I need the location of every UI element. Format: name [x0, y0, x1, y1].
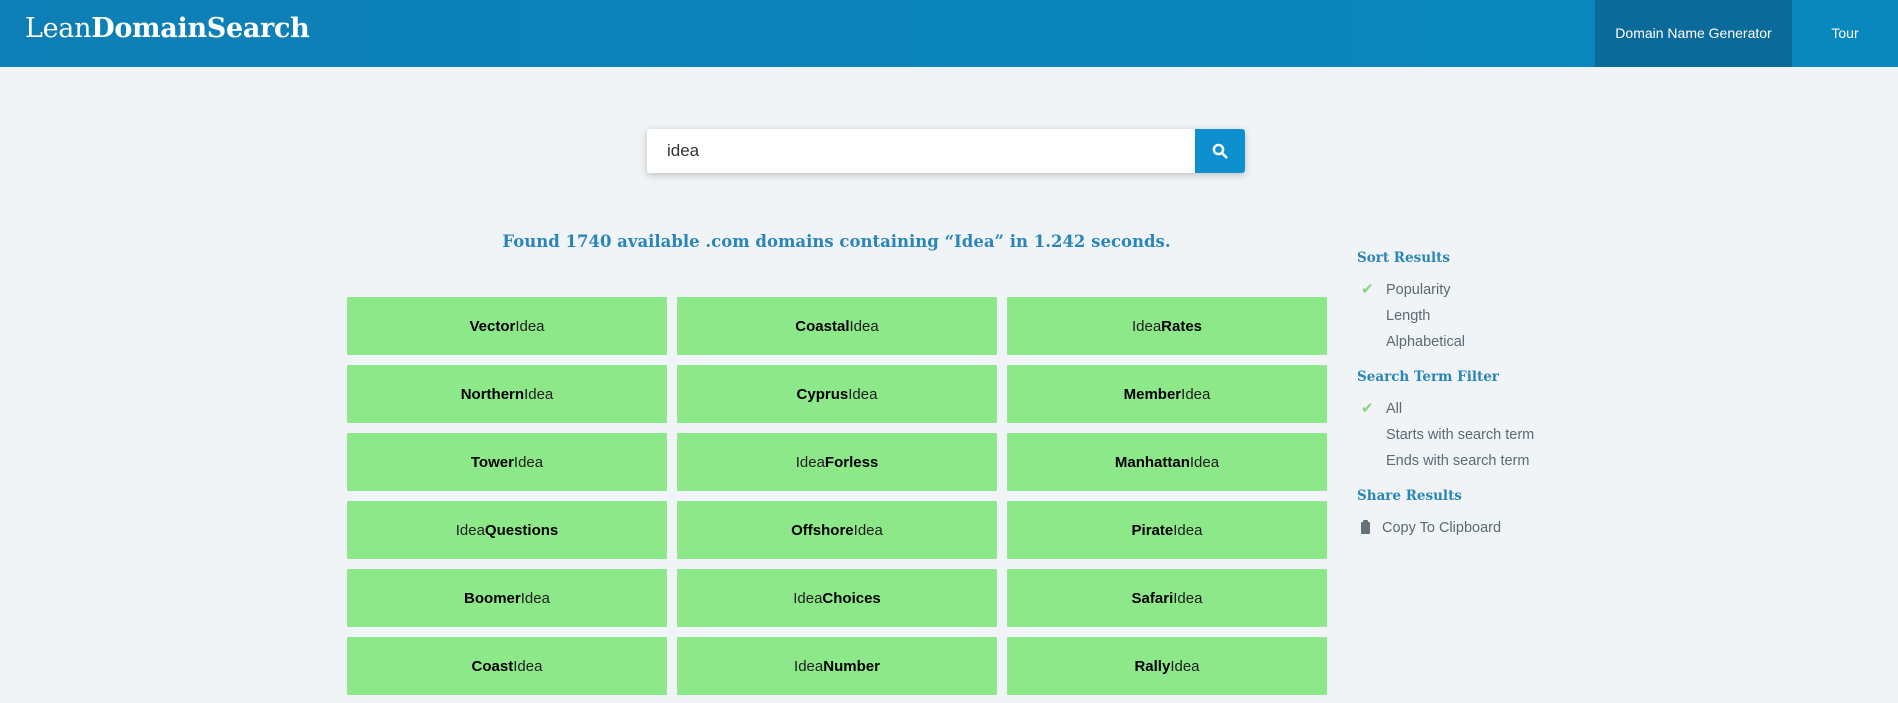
domain-base-term: Idea	[455, 521, 485, 539]
sort-results-heading: Sort Results	[1357, 250, 1450, 266]
domain-keyword: Coastal	[795, 317, 850, 335]
domain-base-term: Idea	[1173, 589, 1203, 607]
domain-base-term: Idea	[1170, 657, 1200, 675]
site-logo[interactable]: LeanDomainSearch	[25, 13, 310, 44]
domain-result-card[interactable]: Coast Idea	[347, 637, 667, 695]
sort-option[interactable]: Length	[1357, 303, 1657, 329]
domain-keyword: Questions	[484, 521, 559, 539]
domain-base-term: Idea	[520, 589, 550, 607]
copy-to-clipboard-label: Copy To Clipboard	[1382, 520, 1502, 536]
logo-light-text: Lean	[25, 13, 92, 44]
domain-result-card[interactable]: Tower Idea	[347, 433, 667, 491]
domain-keyword: Northern	[460, 385, 525, 403]
domain-keyword: Forless	[824, 453, 879, 471]
domain-result-card[interactable]: Vector Idea	[347, 297, 667, 355]
domain-base-term: Idea	[524, 385, 554, 403]
copy-to-clipboard-link[interactable]: Copy To Clipboard	[1357, 515, 1657, 541]
sort-options: ✔ Popularity Length Alphabetical	[1357, 277, 1657, 355]
domain-keyword: Offshore	[791, 521, 854, 539]
filter-option[interactable]: Starts with search term	[1357, 422, 1657, 448]
domain-keyword: Choices	[822, 589, 881, 607]
domain-result-card[interactable]: Idea Choices	[677, 569, 997, 627]
domain-result-card[interactable]: Cyprus Idea	[677, 365, 997, 423]
top-navbar: LeanDomainSearch Domain Name Generator T…	[0, 0, 1898, 67]
domain-keyword: Boomer	[464, 589, 521, 607]
filter-option[interactable]: Ends with search term	[1357, 448, 1657, 474]
filter-options: ✔ All Starts with search term Ends with sea…	[1357, 396, 1657, 474]
sort-option-label: Length	[1386, 308, 1431, 324]
domain-base-term: Idea	[1131, 317, 1162, 335]
checkmark-icon: ✔	[1361, 400, 1374, 417]
domain-keyword: Safari	[1131, 589, 1174, 607]
domain-result-card[interactable]: Idea Questions	[347, 501, 667, 559]
domain-result-card[interactable]: Boomer Idea	[347, 569, 667, 627]
search-bar	[647, 129, 1245, 173]
domain-base-term: Idea	[795, 453, 825, 471]
domain-keyword: Manhattan	[1114, 453, 1190, 471]
domain-base-term: Idea	[849, 317, 879, 335]
domain-result-card[interactable]: Member Idea	[1007, 365, 1327, 423]
domain-keyword: Rates	[1161, 317, 1203, 335]
checkmark-icon: ✔	[1361, 281, 1374, 298]
search-button[interactable]	[1195, 129, 1245, 173]
sort-option-label: Popularity	[1386, 282, 1451, 298]
domain-base-term: Idea	[513, 657, 543, 675]
domain-keyword: Rally	[1134, 657, 1171, 675]
domain-result-card[interactable]: Rally Idea	[1007, 637, 1327, 695]
domain-base-term: Idea	[853, 521, 883, 539]
domain-base-term: Idea	[1181, 385, 1211, 403]
domain-result-card[interactable]: Northern Idea	[347, 365, 667, 423]
sort-option[interactable]: ✔ Popularity	[1357, 277, 1657, 303]
domain-keyword: Cyprus	[796, 385, 849, 403]
domain-result-card[interactable]: Idea Number	[677, 637, 997, 695]
domain-keyword: Tower	[470, 453, 514, 471]
nav-tour[interactable]: Tour	[1792, 0, 1898, 67]
domain-base-term: Idea	[794, 657, 824, 675]
logo-bold-text: DomainSearch	[91, 13, 310, 44]
main-nav: Domain Name Generator Tour	[1595, 0, 1898, 67]
domain-result-card[interactable]: Pirate Idea	[1007, 501, 1327, 559]
search-term-filter-heading: Search Term Filter	[1357, 369, 1499, 385]
domain-base-term: Idea	[848, 385, 878, 403]
domain-result-card[interactable]: Offshore Idea	[677, 501, 997, 559]
domain-keyword: Member	[1123, 385, 1182, 403]
sort-option[interactable]: Alphabetical	[1357, 329, 1657, 355]
domain-base-term: Idea	[515, 317, 545, 335]
domain-base-term: Idea	[1189, 453, 1220, 471]
filter-option-label: All	[1386, 401, 1403, 417]
domain-results-grid: Vector Idea Coastal Idea Idea Rates Northern Id…	[347, 297, 1327, 695]
domain-keyword: Pirate	[1131, 521, 1174, 539]
search-icon	[1212, 143, 1228, 159]
domain-result-card[interactable]: Safari Idea	[1007, 569, 1327, 627]
clipboard-icon	[1361, 520, 1370, 534]
domain-result-card[interactable]: Coastal Idea	[677, 297, 997, 355]
results-summary: Found 1740 available .com domains contai…	[502, 232, 1171, 251]
filter-option-label: Ends with search term	[1386, 453, 1530, 469]
sort-option-label: Alphabetical	[1386, 334, 1465, 350]
domain-result-card[interactable]: Manhattan Idea	[1007, 433, 1327, 491]
domain-base-term: Idea	[513, 453, 544, 471]
domain-keyword: Vector	[469, 317, 516, 335]
nav-domain-name-generator[interactable]: Domain Name Generator	[1595, 0, 1792, 67]
domain-keyword: Coast	[471, 657, 514, 675]
filter-option-label: Starts with search term	[1386, 427, 1535, 443]
filter-option[interactable]: ✔ All	[1357, 396, 1657, 422]
domain-keyword: Number	[823, 657, 880, 675]
domain-base-term: Idea	[1173, 521, 1203, 539]
results-sidebar: Sort Results ✔ Popularity Length Alphabetic…	[1357, 250, 1657, 541]
search-input[interactable]	[647, 129, 1195, 173]
domain-base-term: Idea	[793, 589, 823, 607]
share-results-heading: Share Results	[1357, 488, 1462, 504]
domain-result-card[interactable]: Idea Rates	[1007, 297, 1327, 355]
domain-result-card[interactable]: Idea Forless	[677, 433, 997, 491]
